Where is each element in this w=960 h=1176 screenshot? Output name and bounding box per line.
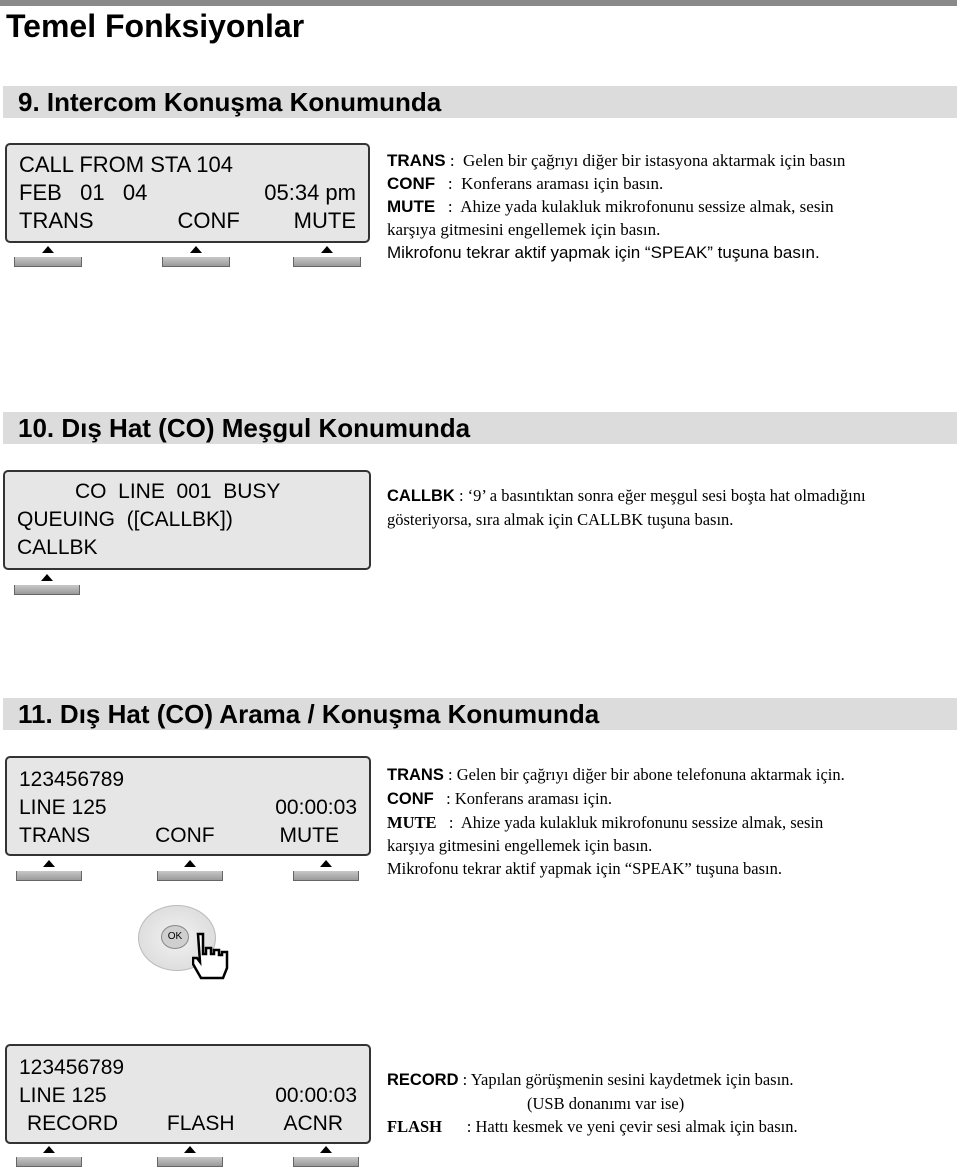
desc-key: FLASH — [387, 1117, 443, 1136]
description-block-10: CALLBK : ‘9’ a basıntıktan sonra eğer me… — [387, 484, 866, 531]
desc-text: karşıya gitmesini engellemek için basın. — [387, 220, 661, 239]
lcd-timer: 00:00:03 — [275, 1084, 357, 1107]
desc-key: RECORD — [387, 1071, 459, 1089]
arrow-up-icon — [320, 1146, 332, 1153]
pointing-hand-icon — [192, 932, 229, 980]
lcd-softkey-label-trans: TRANS — [19, 208, 94, 233]
desc-text: karşıya gitmesini engellemek için basın. — [387, 836, 653, 855]
arrow-up-icon — [43, 860, 55, 867]
desc-sep: : — [435, 174, 462, 193]
lcd-line: CALL FROM STA 104 — [19, 152, 233, 177]
arrow-up-icon — [184, 860, 196, 867]
desc-key: TRANS — [387, 151, 446, 170]
lcd-time: 05:34 pm — [264, 180, 356, 205]
ok-button[interactable]: OK — [161, 925, 189, 949]
lcd-softkey-label-record: RECORD — [27, 1112, 119, 1135]
softkey-mute[interactable] — [293, 246, 361, 267]
lcd-line: LINE 125 — [19, 796, 107, 819]
desc-text: Yapılan görüşmenin sesini kaydetmek için… — [470, 1070, 794, 1089]
desc-text: Mikrofonu tekrar aktif yapmak için “SPEA… — [387, 243, 820, 262]
lcd-softkey-label-trans: TRANS — [19, 824, 91, 847]
softkey-conf[interactable] — [162, 246, 230, 267]
softkey-flash[interactable] — [157, 1146, 223, 1167]
lcd-softkey-label-mute: MUTE — [293, 208, 356, 233]
desc-key: CONF — [387, 790, 434, 808]
desc-sep: : — [458, 1070, 471, 1089]
lcd-display-busy: CO LINE 001 BUSY QUEUING ([CALLBK]) CALL… — [3, 470, 371, 570]
softkey-trans[interactable] — [14, 246, 82, 267]
desc-sep: : — [442, 1117, 476, 1136]
desc-sep: : — [435, 197, 461, 216]
lcd-softkey-label-flash: FLASH — [166, 1112, 235, 1135]
desc-key: MUTE — [387, 197, 436, 216]
lcd-line: 123456789 — [19, 768, 125, 791]
lcd-line: LINE 125 — [19, 1084, 107, 1107]
desc-text: (USB donanımı var ise) — [527, 1094, 685, 1113]
desc-text: Konferans araması için. — [454, 789, 612, 808]
section-heading-10: 10. Dış Hat (CO) Meşgul Konumunda — [3, 412, 957, 444]
lcd-line: CO LINE 001 BUSY — [75, 480, 281, 503]
desc-text: Gelen bir çağrıyı diğer bir abone telefo… — [456, 765, 845, 784]
lcd-softkey-label-callbk: CALLBK — [17, 536, 98, 559]
lcd-softkey-label-conf: CONF — [177, 208, 240, 233]
lcd-display-intercom: CALL FROM STA 104 FEB 01 04 05:34 pm TRAN… — [5, 143, 370, 243]
arrow-up-icon — [190, 246, 202, 253]
lcd-softkey-label-acnr: ACNR — [283, 1112, 343, 1135]
desc-sep: : — [436, 813, 461, 832]
lcd-line: 123456789 — [19, 1056, 125, 1079]
softkey-trans[interactable] — [16, 860, 82, 881]
softkey-mute[interactable] — [293, 860, 359, 881]
description-block-9: TRANS : Gelen bir çağrıyı diğer bir ista… — [387, 149, 845, 264]
softkey-callbk[interactable] — [14, 574, 80, 595]
desc-sep: : — [445, 151, 464, 170]
arrow-up-icon — [320, 860, 332, 867]
desc-key: CONF — [387, 174, 436, 193]
desc-text: Hattı kesmek ve yeni çevir sesi almak iç… — [475, 1117, 798, 1136]
softkey-acnr[interactable] — [293, 1146, 359, 1167]
page-title: Temel Fonksiyonlar — [6, 8, 305, 44]
desc-text: ‘9’ a basıntıktan sonra eğer meşgul sesi… — [467, 486, 866, 505]
arrow-up-icon — [321, 246, 333, 253]
lcd-display-co-call: 123456789 LINE 125 00:00:03 TRANS CONF MUTE — [5, 756, 371, 856]
desc-sep: : — [443, 765, 457, 784]
description-block-11: TRANS : Gelen bir çağrıyı diğer bir abon… — [387, 763, 845, 880]
desc-key: CALLBK — [387, 487, 455, 505]
lcd-softkey-label-conf: CONF — [155, 824, 215, 847]
desc-sep: : — [454, 486, 468, 505]
lcd-timer: 00:00:03 — [275, 796, 357, 819]
desc-text: Konferans araması için basın. — [461, 174, 664, 193]
softkey-conf[interactable] — [157, 860, 223, 881]
desc-text: Gelen bir çağrıyı diğer bir istasyona ak… — [463, 151, 846, 170]
desc-text: gösteriyorsa, sıra almak için CALLBK tuş… — [387, 510, 734, 529]
arrow-up-icon — [184, 1146, 196, 1153]
desc-text: Ahize yada kulakluk mikrofonunu sessize … — [460, 813, 824, 832]
lcd-line: QUEUING ([CALLBK]) — [17, 508, 233, 531]
softkey-record[interactable] — [16, 1146, 82, 1167]
desc-sep: : — [433, 789, 455, 808]
desc-text: Mikrofonu tekrar aktif yapmak için “SPEA… — [387, 859, 782, 878]
desc-key: MUTE — [387, 813, 437, 832]
description-block-11b: RECORD : Yapılan görüşmenin sesini kayde… — [387, 1068, 798, 1138]
section-heading-11: 11. Dış Hat (CO) Arama / Konuşma Konumun… — [3, 698, 957, 730]
arrow-up-icon — [43, 1146, 55, 1153]
desc-text: Ahize yada kulakluk mikrofonunu sessize … — [460, 197, 834, 216]
arrow-up-icon — [42, 246, 54, 253]
lcd-softkey-label-mute: MUTE — [279, 824, 340, 847]
top-rule — [0, 0, 957, 6]
section-heading-9: 9. Intercom Konuşma Konumunda — [3, 86, 957, 118]
desc-key: TRANS — [387, 766, 444, 784]
lcd-display-co-call-page2: 123456789 LINE 125 00:00:03 RECORD FLASH AC… — [5, 1044, 371, 1144]
lcd-date: FEB 01 04 — [19, 180, 148, 205]
arrow-up-icon — [41, 574, 53, 581]
